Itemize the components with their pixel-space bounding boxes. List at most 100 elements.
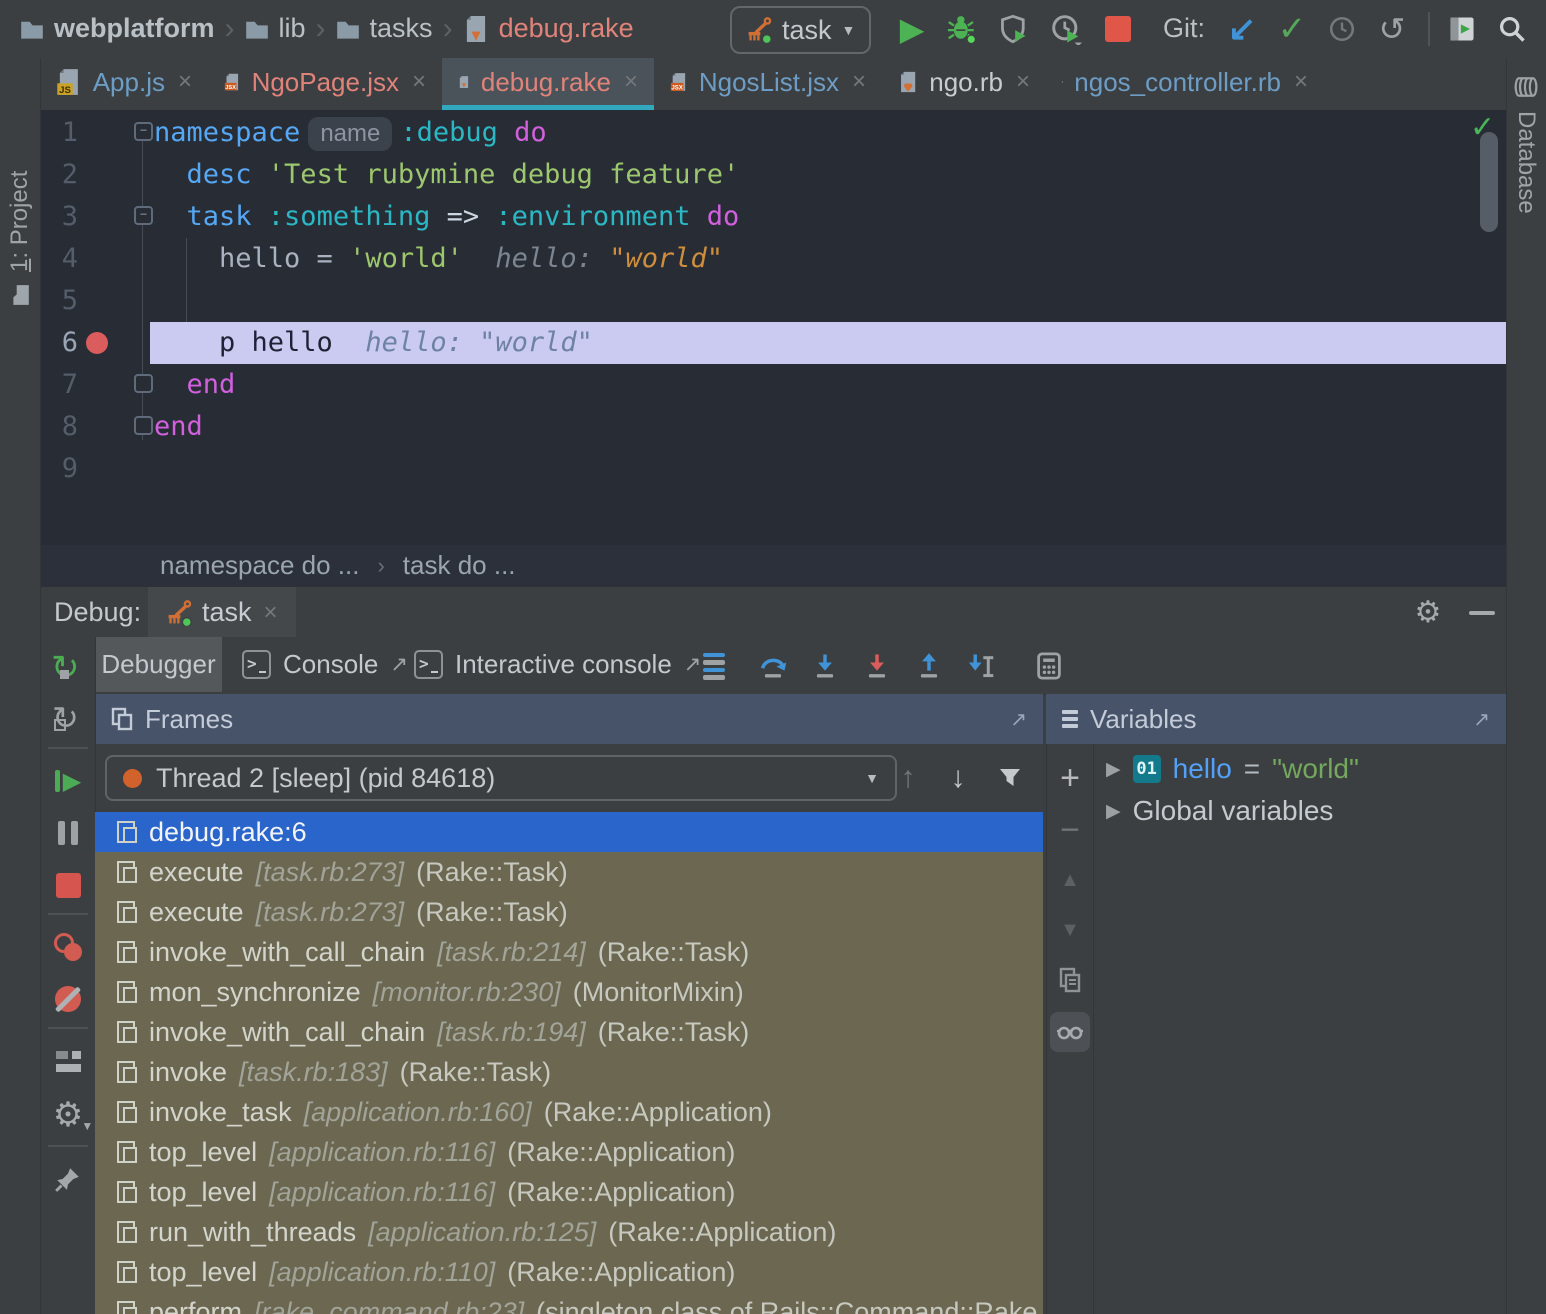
close-icon[interactable]: × — [176, 68, 192, 96]
debug-session-tab[interactable]: task × — [148, 587, 296, 638]
fold-marker[interactable] — [134, 416, 153, 435]
code-line-7[interactable]: end — [154, 364, 235, 406]
close-icon[interactable]: × — [1292, 68, 1308, 96]
rerun-button[interactable]: ↻ — [48, 649, 88, 689]
debugger-settings-button[interactable]: ⚙ ▼ — [48, 1095, 88, 1135]
code-editor[interactable]: 1 2 3 4 5 6 7 8 9 − − namespacename:debu… — [40, 110, 1506, 545]
git-history-button[interactable] — [1322, 8, 1362, 50]
run-anything-button[interactable] — [1442, 8, 1482, 50]
thread-selector[interactable]: Thread 2 [sleep] (pid 84618) ▼ — [105, 755, 897, 801]
filter-frames-button[interactable] — [990, 757, 1030, 799]
stack-frame-row[interactable]: top_level[application.rb:116](Rake::Appl… — [95, 1172, 1043, 1212]
breadcrumb-project[interactable]: webplatform — [44, 13, 215, 44]
variable-row-hello[interactable]: ▶ 01 hello = "world" — [1092, 748, 1359, 790]
expand-triangle-icon[interactable]: ▶ — [1106, 800, 1121, 823]
toolbar-divider — [48, 1145, 88, 1147]
editor-scrollbar[interactable] — [1480, 132, 1498, 232]
rebuild-and-restart-button[interactable]: ↻ — [48, 699, 88, 739]
close-icon[interactable]: × — [1014, 68, 1030, 96]
tab-app-js[interactable]: JS App.js × — [40, 58, 208, 106]
search-everywhere-button[interactable] — [1492, 8, 1532, 50]
stop-button[interactable] — [1098, 8, 1138, 50]
stack-frame-row[interactable]: execute[task.rb:273](Rake::Task) — [95, 892, 1043, 932]
variable-row-globals[interactable]: ▶ Global variables — [1092, 790, 1333, 832]
restore-layout-button[interactable] — [48, 1041, 88, 1081]
fold-marker[interactable] — [134, 374, 153, 393]
breadcrumb-tasks[interactable]: tasks — [360, 13, 433, 44]
git-rollback-button[interactable]: ↺ — [1372, 8, 1412, 50]
fold-marker[interactable]: − — [134, 122, 153, 141]
open-in-new-window-icon[interactable]: ↗ — [1010, 707, 1027, 732]
run-configuration-name: task — [782, 15, 832, 46]
force-step-into-button[interactable] — [858, 647, 896, 685]
show-watches-toggle[interactable] — [1050, 1012, 1090, 1052]
stack-frame-row[interactable]: perform[rake_command.rb:23](singleton cl… — [95, 1292, 1043, 1314]
add-watch-button[interactable]: + — [1047, 758, 1093, 798]
show-execution-point-button[interactable] — [695, 647, 733, 685]
mute-breakpoints-button[interactable] — [48, 979, 88, 1019]
run-configuration-selector[interactable]: task ▼ — [730, 6, 871, 54]
git-commit-button[interactable]: ✓ — [1272, 8, 1312, 50]
stack-frame-row[interactable]: mon_synchronize[monitor.rb:230](MonitorM… — [95, 972, 1043, 1012]
step-over-button[interactable] — [754, 647, 792, 685]
stack-frame-row[interactable]: top_level[application.rb:110](Rake::Appl… — [95, 1252, 1043, 1292]
code-line-1[interactable]: namespacename:debug do — [154, 112, 547, 154]
hide-window-button[interactable] — [1462, 595, 1502, 631]
run-button[interactable]: ▶ — [892, 8, 932, 50]
profiler-button[interactable] — [1046, 8, 1086, 50]
breadcrumb-lib[interactable]: lib — [269, 13, 306, 44]
stack-frame-row[interactable]: invoke_with_call_chain[task.rb:194](Rake… — [95, 1012, 1043, 1052]
stack-frame-row[interactable]: invoke_task[application.rb:160](Rake::Ap… — [95, 1092, 1043, 1132]
pin-tab-button[interactable] — [48, 1159, 88, 1199]
code-line-3[interactable]: task :something => :environment do — [154, 196, 739, 238]
open-in-new-window-icon[interactable]: ↗ — [1473, 707, 1490, 732]
run-to-cursor-button[interactable] — [962, 647, 1000, 685]
move-watch-up-button[interactable]: ▲ — [1047, 860, 1093, 900]
stack-frame-row[interactable]: run_with_threads[application.rb:125](Rak… — [95, 1212, 1043, 1252]
stack-frame-row[interactable]: invoke[task.rb:183](Rake::Task) — [95, 1052, 1043, 1092]
breadcrumb-file[interactable]: debug.rake — [489, 13, 634, 44]
stack-frame-row[interactable]: execute[task.rb:273](Rake::Task) — [95, 852, 1043, 892]
project-stripe-button[interactable]: 1: Project — [2, 126, 38, 306]
code-line-2[interactable]: desc 'Test rubymine debug feature' — [154, 154, 739, 196]
tab-ngos-controller-rb[interactable]: ngos_controller.rb × — [1046, 58, 1324, 106]
run-with-coverage-button[interactable] — [994, 8, 1034, 50]
code-line-6[interactable]: p hello hello: "world" — [154, 322, 593, 364]
remove-watch-button[interactable]: − — [1047, 810, 1093, 850]
view-breakpoints-button[interactable] — [48, 927, 88, 967]
stack-frame-row[interactable]: top_level[application.rb:116](Rake::Appl… — [95, 1132, 1043, 1172]
close-icon[interactable]: × — [850, 68, 866, 96]
tab-debug-rake-active[interactable]: debug.rake × — [442, 58, 654, 106]
tab-ngoslist-jsx[interactable]: JSX NgosList.jsx × — [654, 58, 882, 106]
debug-button[interactable] — [942, 8, 982, 50]
step-out-button[interactable] — [910, 647, 948, 685]
tab-ngo-rb[interactable]: ngo.rb × — [882, 58, 1046, 106]
duplicate-watch-button[interactable] — [1047, 960, 1093, 1000]
resume-button[interactable]: ▶ — [48, 761, 88, 801]
expand-triangle-icon[interactable]: ▶ — [1106, 758, 1121, 781]
pause-button[interactable] — [48, 813, 88, 853]
tab-ngopage-jsx[interactable]: JSX NgoPage.jsx × — [208, 58, 442, 106]
close-icon[interactable]: × — [622, 68, 638, 96]
stack-frame-row-selected[interactable]: debug.rake:6 — [95, 812, 1043, 852]
tab-debugger[interactable]: Debugger — [95, 637, 222, 692]
database-stripe-button[interactable]: Database — [1508, 75, 1544, 255]
crumb-task[interactable]: task do ... — [403, 550, 516, 581]
settings-button[interactable]: ⚙ — [1408, 595, 1448, 631]
close-icon[interactable]: × — [262, 599, 278, 627]
frame-up-button[interactable]: ↑ — [888, 757, 928, 799]
git-update-button[interactable]: ↙ — [1222, 8, 1262, 50]
move-watch-down-button[interactable]: ▼ — [1047, 910, 1093, 950]
stop-debug-button[interactable] — [48, 865, 88, 905]
code-line-4[interactable]: hello = 'world' hello: "world" — [154, 238, 723, 280]
code-line-8[interactable]: end — [154, 406, 203, 448]
close-icon[interactable]: × — [410, 68, 426, 96]
tab-interactive-console[interactable]: Interactive console ↗ — [394, 637, 721, 692]
step-into-button[interactable] — [806, 647, 844, 685]
crumb-namespace[interactable]: namespace do ... — [160, 550, 359, 581]
breakpoint-icon[interactable] — [86, 332, 108, 354]
frame-down-button[interactable]: ↓ — [938, 757, 978, 799]
stack-frame-row[interactable]: invoke_with_call_chain[task.rb:214](Rake… — [95, 932, 1043, 972]
evaluate-expression-button[interactable] — [1030, 647, 1068, 685]
fold-marker[interactable]: − — [134, 206, 153, 225]
